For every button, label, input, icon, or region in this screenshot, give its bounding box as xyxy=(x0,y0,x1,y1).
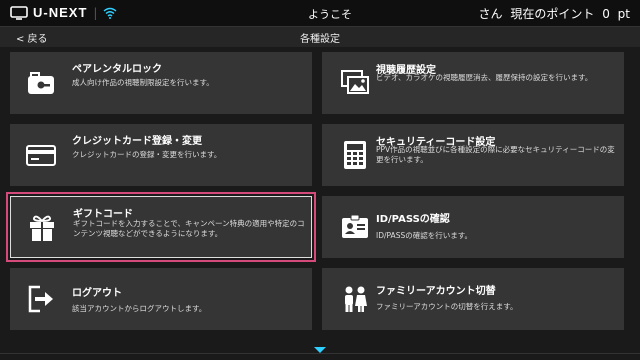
points-unit: pt xyxy=(617,7,630,21)
card-description: ビデオ、カラオケの視聴履歴消去、履歴保持の設定を行います。 xyxy=(376,73,593,82)
wifi-icon xyxy=(103,7,117,19)
card-description: PPV作品の視聴並びに各種設定の際に必要なセキュリティーコードの変更を行います。 xyxy=(376,145,615,164)
points-label: 現在のポイント xyxy=(510,7,595,21)
card-description: クレジットカードの登録・変更を行います。 xyxy=(72,150,222,159)
family-account-card[interactable]: ファミリーアカウント切替 ファミリーアカウントの切替を行えます。 xyxy=(322,268,624,330)
family-icon xyxy=(345,286,367,312)
id-pass-card[interactable]: ID/PASSの確認 ID/PASSの確認を行います。 xyxy=(322,196,624,258)
briefcase-lock-icon xyxy=(28,72,54,94)
card-title: ID/PASSの確認 xyxy=(376,214,450,225)
page-title: 各種設定 xyxy=(300,34,340,45)
top-bar: U-NEXT | ようこそ さん 現在のポイント 0 pt xyxy=(0,0,640,27)
card-title: ログアウト xyxy=(72,288,122,299)
card-title: ファミリーアカウント切替 xyxy=(376,286,496,297)
gift-code-card[interactable]: ギフトコード ギフトコードを入力することで、キャンペーン特典の適用や特定のコンテ… xyxy=(6,192,316,262)
back-button[interactable]: < 戻る xyxy=(16,30,48,45)
welcome-text: ようこそ xyxy=(308,8,352,21)
logout-card[interactable]: ログアウト 該当アカウントからログアウトします。 xyxy=(10,268,312,330)
bottom-divider xyxy=(0,353,640,354)
sub-nav-bar: < 戻る 各種設定 xyxy=(0,27,640,47)
card-title: クレジットカード登録・変更 xyxy=(72,136,202,147)
tv-icon xyxy=(10,5,28,20)
user-suffix: さん xyxy=(478,7,503,21)
card-title: ギフトコード xyxy=(73,209,133,220)
gift-icon xyxy=(30,215,54,241)
viewing-history-card[interactable]: 視聴履歴設定 ビデオ、カラオケの視聴履歴消去、履歴保持の設定を行います。 xyxy=(322,52,624,114)
divider: | xyxy=(93,5,98,20)
credit-card-icon xyxy=(26,145,56,166)
card-title: ペアレンタルロック xyxy=(72,64,162,75)
brand-name: U-NEXT xyxy=(33,5,88,20)
points-value: 0 xyxy=(602,7,610,21)
credit-card-card[interactable]: クレジットカード登録・変更 クレジットカードの登録・変更を行います。 xyxy=(10,124,312,186)
security-code-card[interactable]: セキュリティーコード設定 PPV作品の視聴並びに各種設定の際に必要なセキュリティ… xyxy=(322,124,624,186)
card-description: ID/PASSの確認を行います。 xyxy=(376,231,472,240)
image-history-icon xyxy=(341,70,369,94)
calculator-icon xyxy=(344,141,366,169)
card-description: 成人向け作品の視聴制限設定を行います。 xyxy=(72,78,214,87)
id-badge-icon xyxy=(342,214,368,238)
logo: U-NEXT | xyxy=(10,5,117,20)
points-display: さん 現在のポイント 0 pt xyxy=(475,5,630,22)
card-description: ファミリーアカウントの切替を行えます。 xyxy=(376,302,518,311)
logout-icon xyxy=(28,285,53,313)
card-description: ギフトコードを入力することで、キャンペーン特典の適用や特定のコンテンツ視聴などが… xyxy=(73,219,305,238)
parental-lock-card[interactable]: ペアレンタルロック 成人向け作品の視聴制限設定を行います。 xyxy=(10,52,312,114)
card-description: 該当アカウントからログアウトします。 xyxy=(72,304,207,313)
